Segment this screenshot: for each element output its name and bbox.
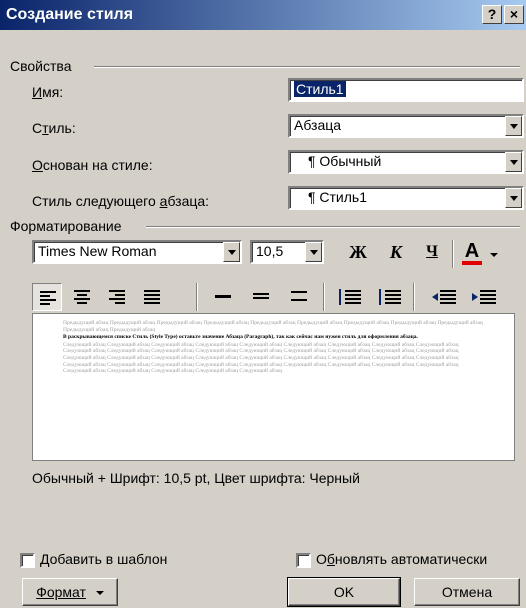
align-right-button[interactable] (102, 283, 132, 311)
help-button[interactable]: ? (482, 5, 502, 24)
style-type-select[interactable]: Абзаца (288, 114, 524, 138)
formatting-divider (146, 226, 520, 228)
chevron-down-icon[interactable] (305, 242, 322, 262)
ok-button[interactable]: OK (287, 577, 401, 607)
line-spacing-single-button[interactable] (208, 283, 238, 311)
chevron-down-icon[interactable] (505, 116, 522, 136)
arrow-updown-icon (379, 289, 381, 305)
chevron-down-icon[interactable] (505, 152, 522, 172)
title-bar: Создание стиля ? × (0, 0, 526, 30)
increase-indent-button[interactable] (468, 283, 498, 311)
toolbar-separator (196, 283, 198, 311)
align-center-button[interactable] (67, 283, 97, 311)
align-justify-button[interactable] (137, 283, 167, 311)
font-color-button[interactable]: А (458, 238, 486, 266)
align-left-button[interactable] (32, 283, 62, 311)
italic-button[interactable]: К (382, 239, 410, 267)
decrease-indent-button[interactable] (428, 283, 458, 311)
based-on-select[interactable]: ¶ Обычный (288, 150, 524, 174)
add-to-template-checkbox[interactable] (20, 553, 35, 568)
arrow-right-icon (472, 293, 478, 301)
toolbar-separator (323, 283, 325, 311)
name-label: Имя: (32, 84, 64, 100)
add-to-template-label[interactable]: Добавить в шаблон (40, 551, 167, 567)
toolbar-separator (413, 283, 415, 311)
properties-divider (94, 66, 520, 68)
auto-update-label[interactable]: Обновлять автоматически (316, 551, 487, 567)
create-style-dialog: Создание стиля ? × Свойства Имя: Стиль1 … (0, 0, 526, 608)
underline-button[interactable]: Ч (418, 239, 446, 267)
next-style-select[interactable]: ¶ Стиль1 (288, 186, 524, 210)
auto-update-checkbox[interactable] (296, 553, 311, 568)
name-input[interactable]: Стиль1 (288, 78, 524, 102)
formatting-group-label: Форматирование (10, 218, 122, 234)
chevron-down-icon[interactable] (223, 242, 240, 262)
style-preview: Предыдущий абзац Предыдущий абзац Предыд… (32, 313, 515, 461)
style-description: Обычный + Шрифт: 10,5 pt, Цвет шрифта: Ч… (32, 470, 360, 486)
preview-previous-paragraph: Предыдущий абзац Предыдущий абзац Предыд… (63, 320, 483, 333)
based-on-label: Основан на стиле: (32, 157, 153, 173)
font-color-chevron-icon[interactable] (490, 253, 498, 257)
font-size-select[interactable]: 10,5 (250, 240, 324, 264)
font-name-select[interactable]: Times New Roman (32, 240, 242, 264)
chevron-down-icon[interactable] (505, 188, 522, 208)
bold-button[interactable]: Ж (344, 239, 372, 267)
space-after-button[interactable] (373, 283, 403, 311)
properties-group-label: Свойства (10, 58, 72, 74)
close-button[interactable]: × (504, 5, 524, 24)
format-button[interactable]: Формат (22, 578, 118, 606)
preview-next-paragraph: Следующий абзац Следующий абзац Следующи… (63, 341, 459, 375)
next-style-label: Стиль следующего абзаца: (32, 193, 210, 209)
dialog-title: Создание стиля (6, 6, 134, 23)
style-type-label: Стиль: (32, 120, 76, 136)
line-spacing-double-button[interactable] (284, 283, 314, 311)
arrow-updown-icon (339, 289, 341, 305)
space-before-button[interactable] (333, 283, 363, 311)
toolbar-separator (452, 240, 454, 268)
preview-current-paragraph: В раскрывающемся списке Стиль (Style Typ… (63, 334, 418, 341)
font-color-swatch (462, 261, 482, 265)
cancel-button[interactable]: Отмена (414, 578, 520, 606)
arrow-left-icon (432, 293, 438, 301)
line-spacing-onehalf-button[interactable] (246, 283, 276, 311)
chevron-down-icon (95, 591, 104, 596)
